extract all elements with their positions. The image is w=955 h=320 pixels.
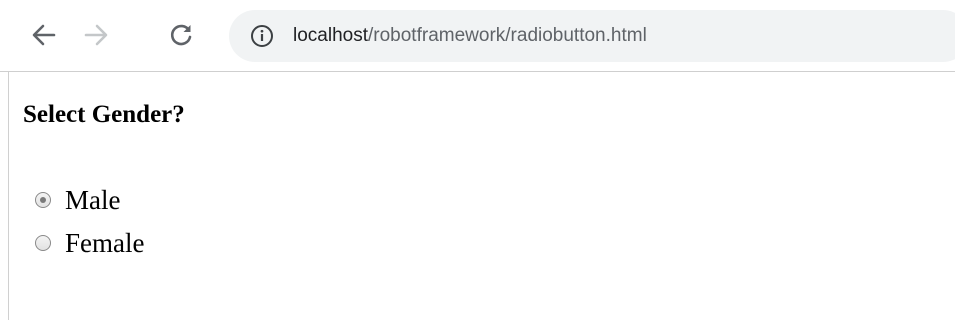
radio-label-male[interactable]: Male: [65, 183, 120, 217]
browser-window: localhost/robotframework/radiobutton.htm…: [0, 0, 955, 320]
radio-label-female[interactable]: Female: [65, 226, 144, 260]
back-arrow-icon: [32, 24, 56, 46]
url-path: /robotframework/radiobutton.html: [368, 25, 647, 46]
forward-button[interactable]: [73, 12, 119, 58]
page-left-border: [8, 72, 9, 320]
forward-arrow-icon: [84, 24, 108, 46]
address-bar[interactable]: localhost/robotframework/radiobutton.htm…: [229, 10, 955, 62]
page-heading: Select Gender?: [23, 101, 185, 128]
radio-selected-dot: [40, 197, 46, 203]
browser-toolbar: localhost/robotframework/radiobutton.htm…: [0, 0, 955, 72]
url-text[interactable]: localhost/robotframework/radiobutton.htm…: [293, 23, 647, 49]
reload-icon: [170, 24, 192, 46]
radio-option-male[interactable]: Male: [35, 183, 120, 217]
radio-button-female[interactable]: [35, 235, 51, 251]
back-button[interactable]: [21, 12, 67, 58]
info-icon[interactable]: [250, 24, 274, 48]
reload-button[interactable]: [158, 12, 204, 58]
url-host: localhost: [293, 25, 368, 46]
radio-button-male[interactable]: [35, 192, 51, 208]
radio-option-female[interactable]: Female: [35, 226, 144, 260]
